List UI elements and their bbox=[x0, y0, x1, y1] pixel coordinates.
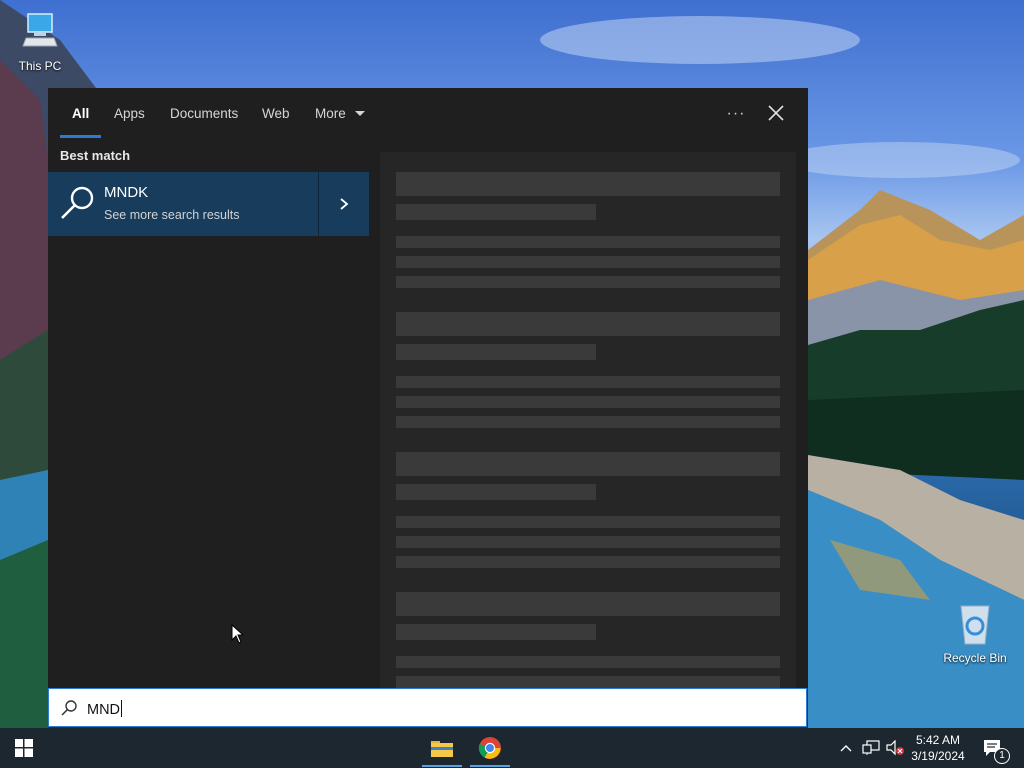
tab-apps[interactable]: Apps bbox=[114, 88, 145, 140]
network-icon bbox=[862, 740, 880, 755]
desktop-icon-label: This PC bbox=[18, 59, 62, 73]
results-preview-pane bbox=[380, 152, 796, 688]
taskbar-clock[interactable]: 5:42 AM 3/19/2024 bbox=[908, 732, 968, 764]
best-match-title: MNDK bbox=[104, 184, 149, 201]
desktop-icon-label: Recycle Bin bbox=[943, 651, 1007, 665]
tab-all[interactable]: All bbox=[72, 88, 89, 140]
search-icon bbox=[61, 700, 77, 716]
search-input[interactable]: MND bbox=[87, 700, 123, 718]
text-caret bbox=[121, 700, 123, 717]
desktop-icon-recycle-bin[interactable]: Recycle Bin bbox=[935, 602, 1015, 665]
start-button[interactable] bbox=[0, 728, 48, 768]
search-tabs: All Apps Documents Web More ··· bbox=[48, 88, 808, 140]
recycle-bin-icon bbox=[935, 602, 1015, 649]
action-center-button[interactable]: 1 bbox=[978, 728, 1010, 768]
close-button[interactable] bbox=[764, 101, 788, 125]
open-results-button[interactable] bbox=[318, 172, 369, 236]
best-match-heading: Best match bbox=[60, 148, 131, 163]
tab-documents[interactable]: Documents bbox=[170, 88, 238, 140]
network-tray-button[interactable] bbox=[860, 728, 882, 768]
desktop-icon-this-pc[interactable]: This PC bbox=[0, 12, 80, 73]
notification-count-badge: 1 bbox=[994, 748, 1010, 764]
search-panel: All Apps Documents Web More ··· Best mat… bbox=[48, 88, 808, 688]
tab-more-label: More bbox=[315, 106, 346, 121]
show-hidden-icons-button[interactable] bbox=[836, 728, 856, 768]
caret-down-icon bbox=[354, 111, 365, 116]
search-box[interactable]: MND bbox=[48, 688, 807, 727]
more-options-button[interactable]: ··· bbox=[724, 102, 748, 126]
volume-tray-button[interactable] bbox=[884, 728, 906, 768]
windows-logo-icon bbox=[15, 739, 33, 757]
close-icon bbox=[768, 105, 784, 121]
tab-more[interactable]: More bbox=[315, 88, 365, 140]
active-tab-indicator bbox=[60, 135, 101, 138]
chevron-up-icon bbox=[840, 745, 852, 752]
search-input-value: MND bbox=[87, 702, 121, 718]
chevron-right-icon bbox=[340, 198, 349, 210]
clock-time: 5:42 AM bbox=[915, 733, 961, 747]
mouse-cursor-icon bbox=[231, 624, 245, 644]
folder-icon bbox=[431, 741, 453, 757]
running-indicator bbox=[422, 765, 462, 767]
taskbar-chrome[interactable] bbox=[470, 728, 510, 768]
search-icon bbox=[61, 186, 94, 219]
tab-web[interactable]: Web bbox=[262, 88, 290, 140]
taskbar: 5:42 AM 3/19/2024 1 bbox=[0, 728, 1024, 768]
taskbar-file-explorer[interactable] bbox=[422, 728, 462, 768]
best-match-subtitle: See more search results bbox=[104, 208, 240, 222]
this-pc-icon bbox=[0, 12, 80, 57]
running-indicator bbox=[470, 765, 510, 767]
clock-date: 3/19/2024 bbox=[911, 749, 965, 763]
volume-muted-icon bbox=[886, 740, 904, 756]
chrome-icon bbox=[478, 737, 501, 759]
